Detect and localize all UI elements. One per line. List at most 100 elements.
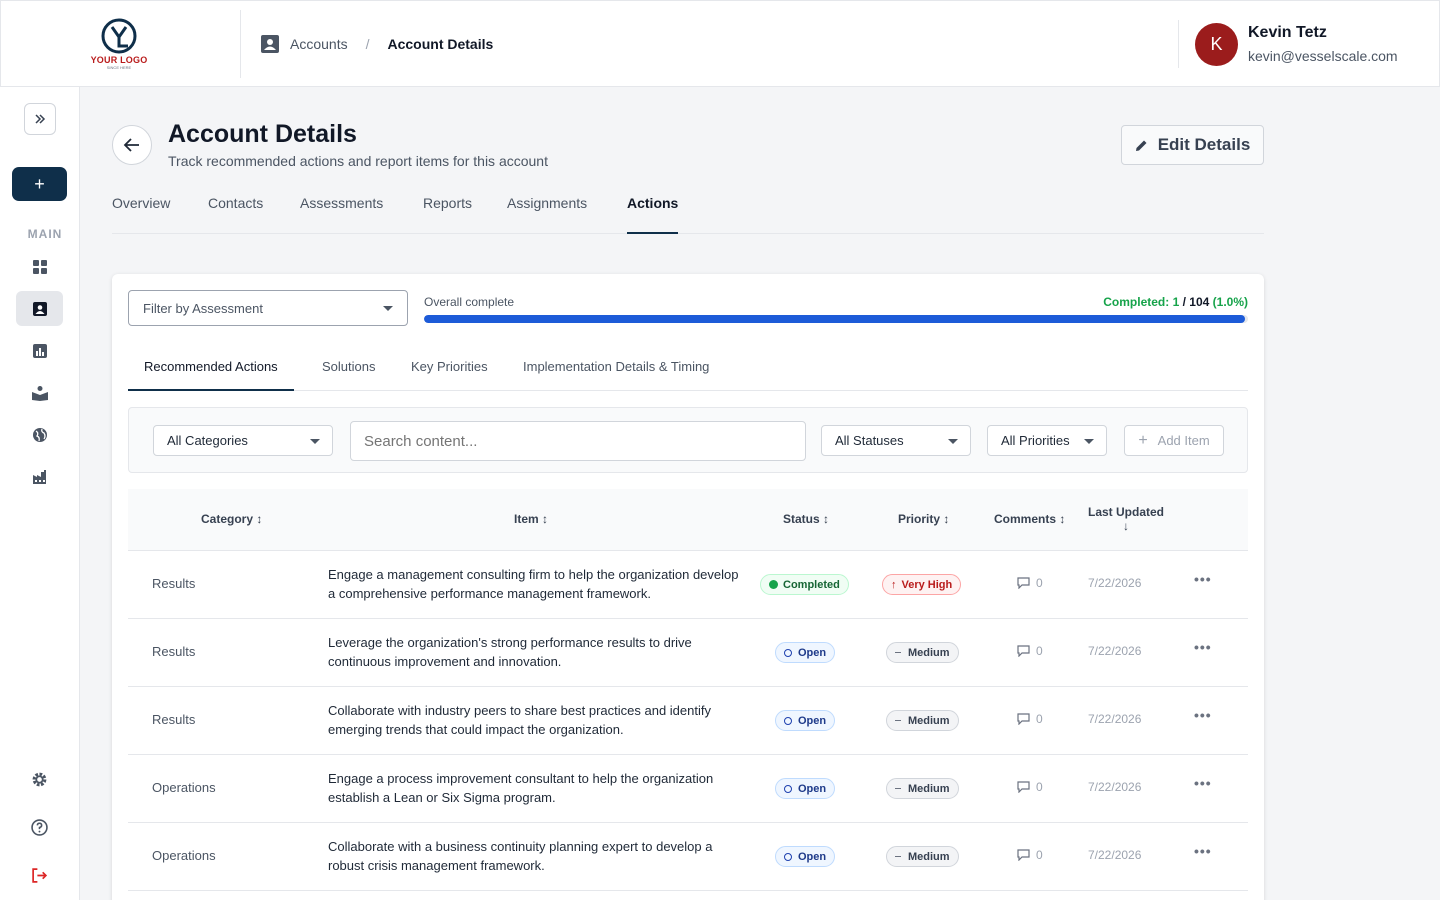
column-header-item[interactable]: Item ↕ [514,512,548,526]
priority-text: Medium [908,714,950,727]
more-options-icon[interactable]: ••• [1194,775,1212,791]
status-badge: Open [775,642,836,663]
sidebar-item-globe[interactable] [16,417,63,452]
table-row[interactable]: Operations Engage a process improvement … [128,755,1248,823]
progress-label: Overall complete [424,295,515,309]
more-options-icon[interactable]: ••• [1194,707,1212,723]
table-row[interactable]: Operations Collaborate with a business c… [128,823,1248,891]
circle-icon [784,648,792,657]
account-tabs: Overview Contacts Assessments Reports As… [112,185,1264,234]
comments-value: 0 [1036,576,1043,590]
circle-icon [784,716,792,725]
reports-icon [32,343,47,358]
circle-icon [784,852,792,861]
comments-count[interactable]: 0 [1017,576,1043,590]
sidebar-item-reports[interactable] [16,333,63,368]
add-item-label: Add Item [1157,433,1210,448]
cell-last-updated: 7/22/2026 [1088,780,1142,794]
sidebar-item-learning[interactable] [16,375,63,410]
subtab-recommended-actions[interactable]: Recommended Actions [128,359,294,391]
logo-subtext: SINCE HERE [106,65,132,70]
more-options-icon[interactable]: ••• [1194,639,1212,655]
status-text: Completed [783,578,840,591]
sidebar-item-dashboard[interactable] [16,249,63,284]
more-options-icon[interactable]: ••• [1194,571,1212,587]
cell-item: Leverage the organization's strong perfo… [328,635,692,669]
status-badge: Open [775,778,836,799]
minus-icon [895,787,901,790]
column-header-comments[interactable]: Comments ↕ [994,512,1065,526]
cell-category: Operations [152,848,216,863]
status-badge: Completed [760,574,849,595]
subtab-key-priorities[interactable]: Key Priorities [411,359,488,391]
avatar[interactable]: K [1195,23,1238,66]
tab-contacts[interactable]: Contacts [208,195,263,234]
categories-select[interactable]: All Categories [153,425,333,456]
back-button[interactable] [112,125,152,165]
status-text: Open [798,646,827,659]
user-profile[interactable]: K Kevin Tetz kevin@vesselscale.com [1195,23,1398,66]
priority-badge: Medium [886,778,959,799]
comments-count[interactable]: 0 [1017,712,1043,726]
completed-count: Completed: 1 [1103,295,1180,309]
completed-percent: (1.0%) [1212,295,1248,309]
tab-assignments[interactable]: Assignments [507,195,587,234]
table-row[interactable]: Results Leverage the organization's stro… [128,619,1248,687]
cell-last-updated: 7/22/2026 [1088,712,1142,726]
comments-count[interactable]: 0 [1017,780,1043,794]
table-row[interactable]: Results Collaborate with industry peers … [128,687,1248,755]
column-header-priority[interactable]: Priority ↕ [898,512,949,526]
cell-category: Results [152,576,196,591]
categories-select-value: All Categories [167,433,248,448]
cell-last-updated: 7/22/2026 [1088,576,1142,590]
comment-icon [1017,713,1030,725]
comments-count[interactable]: 0 [1017,644,1043,658]
subtab-solutions[interactable]: Solutions [322,359,375,391]
table-toolbar: All Categories All Statuses All Prioriti… [128,407,1248,473]
sidebar-item-accounts[interactable] [16,291,63,326]
status-text: Open [798,714,827,727]
comment-icon [1017,781,1030,793]
cell-item: Collaborate with a business continuity p… [328,839,713,873]
sort-arrow-down-icon: ↓ [1123,519,1129,533]
tab-actions[interactable]: Actions [627,195,679,234]
more-options-icon[interactable]: ••• [1194,843,1212,859]
edit-details-button[interactable]: Edit Details [1121,125,1264,165]
priority-text: Medium [908,646,950,659]
statuses-select[interactable]: All Statuses [821,425,971,456]
breadcrumb-accounts-link[interactable]: Accounts [290,36,348,52]
status-text: Open [798,850,827,863]
comments-count[interactable]: 0 [1017,848,1043,862]
search-input[interactable] [350,421,806,461]
sidebar-item-settings[interactable] [16,762,63,797]
tab-overview[interactable]: Overview [112,195,170,234]
cell-category: Results [152,644,196,659]
add-button[interactable]: + [12,167,67,201]
priority-badge: Medium [886,710,959,731]
user-email: kevin@vesselscale.com [1248,48,1398,64]
minus-icon [895,855,901,858]
filter-by-assessment-select[interactable]: Filter by Assessment [128,290,408,326]
subtab-implementation-details[interactable]: Implementation Details & Timing [523,359,709,391]
actions-card: Filter by Assessment Overall complete Co… [112,274,1264,900]
comment-icon [1017,577,1030,589]
tab-reports[interactable]: Reports [423,195,472,234]
sidebar-item-help[interactable] [16,810,63,845]
priorities-select[interactable]: All Priorities [987,425,1107,456]
sidebar-item-factory[interactable] [16,459,63,494]
sidebar-item-logout[interactable] [16,858,63,893]
expand-sidebar-button[interactable] [24,103,56,135]
cell-item: Engage a management consulting firm to h… [328,567,739,601]
column-header-last-updated[interactable]: Last Updated ↓ [1088,505,1164,533]
add-item-button[interactable]: + Add Item [1124,425,1224,456]
company-logo[interactable]: YOUR LOGO SINCE HERE [87,17,151,70]
table-row[interactable]: Results Engage a management consulting f… [128,551,1248,619]
filter-by-assessment-label: Filter by Assessment [143,300,263,316]
caret-down-icon [383,306,393,311]
column-header-category[interactable]: Category ↕ [201,512,262,526]
column-header-status[interactable]: Status ↕ [783,512,829,526]
comments-value: 0 [1036,712,1043,726]
tab-assessments[interactable]: Assessments [300,195,383,234]
learning-icon [31,385,48,401]
comment-icon [1017,645,1030,657]
